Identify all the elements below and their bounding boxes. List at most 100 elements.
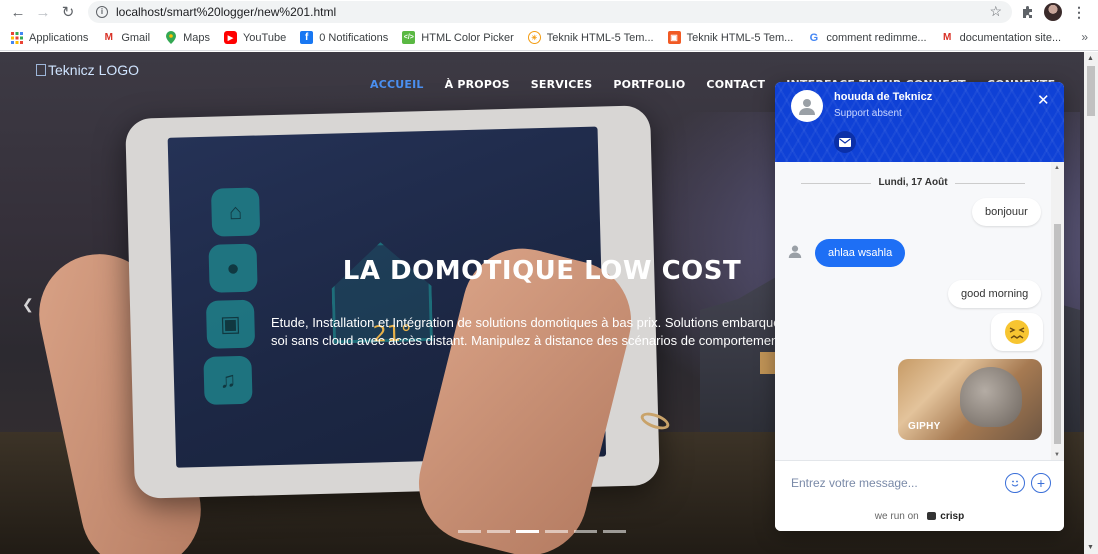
bookmark-youtube[interactable]: ▶ YouTube [223, 31, 287, 44]
bookmark-label: documentation site... [959, 31, 1062, 44]
bookmark-html-color-picker[interactable]: </> HTML Color Picker [402, 31, 514, 44]
bookmark-teknik-1[interactable]: ☀ Teknik HTML-5 Tem... [527, 31, 654, 44]
chat-scrollbar[interactable]: ▲ ▼ [1051, 162, 1064, 460]
envelope-icon [839, 137, 851, 147]
carousel-indicator-active[interactable] [516, 530, 539, 533]
profile-avatar-icon[interactable] [1043, 2, 1063, 22]
nav-a-propos[interactable]: À PROPOS [445, 78, 510, 91]
lock-app-icon: ▣ [205, 299, 256, 349]
user-silhouette-icon [788, 245, 802, 258]
hero-description: Etude, Installation et Intégration de so… [271, 314, 791, 349]
email-button[interactable] [834, 131, 856, 153]
chat-footer: we run on crisp [775, 504, 1064, 531]
nav-accueil[interactable]: ACCUEIL [370, 78, 424, 91]
carousel-indicator[interactable] [574, 530, 597, 533]
carousel-indicator[interactable] [458, 530, 481, 533]
nav-services[interactable]: SERVICES [531, 78, 593, 91]
broken-image-icon [36, 64, 46, 76]
bookmark-label: Teknik HTML-5 Tem... [546, 31, 654, 44]
hero-title-text: LA DOMOTIQUE LOW COST [342, 256, 742, 286]
google-icon: G [809, 31, 819, 44]
chat-widget: houuda de Teknicz Support absent ✕ Lundi… [775, 82, 1064, 531]
maps-pin-icon [164, 31, 177, 44]
hero-text-line: soi sans cloud avec accès distant. Manip… [271, 332, 791, 348]
browser-menu-icon[interactable]: ⋮ [1069, 2, 1089, 22]
giphy-label: GIPHY [908, 421, 941, 432]
scroll-up-arrow-icon[interactable]: ▲ [1054, 165, 1060, 171]
carousel-prev-arrow-icon[interactable]: ❮ [22, 296, 34, 313]
forward-arrow-icon[interactable]: → [33, 2, 53, 22]
nav-contact[interactable]: CONTACT [706, 78, 765, 91]
hero-text-line: Etude, Installation et Intégration de so… [271, 315, 791, 330]
date-separator: Lundi, 17 Août [775, 177, 1051, 188]
teknik-icon: ☀ [527, 31, 541, 44]
chat-scrollbar-thumb[interactable] [1054, 224, 1061, 444]
scroll-up-arrow-icon[interactable]: ▲ [1087, 55, 1094, 62]
logo-alt-text: Teknicz LOGO [48, 62, 140, 78]
url-text: localhost/smart%20logger/new%201.html [116, 5, 337, 19]
message-emoji [991, 313, 1043, 351]
emoji-picker-icon[interactable] [1005, 473, 1025, 493]
confounded-face-icon [1005, 320, 1029, 344]
bookmark-label: Maps [183, 31, 210, 44]
agent-avatar [791, 90, 823, 122]
agent-mini-avatar [787, 243, 803, 259]
back-arrow-icon[interactable]: ← [8, 2, 28, 22]
message-input[interactable] [791, 473, 991, 493]
facebook-icon: f [300, 31, 314, 44]
gmail-icon: M [942, 32, 952, 43]
bookmark-star-icon[interactable]: ☆ [989, 3, 1002, 20]
carousel-indicator[interactable] [487, 530, 510, 533]
scroll-down-arrow-icon[interactable]: ▼ [1087, 544, 1094, 551]
bookmark-label: 0 Notifications [319, 31, 389, 44]
user-silhouette-icon [799, 99, 815, 115]
bookmark-google-search[interactable]: G comment redimme... [807, 31, 927, 44]
message-bubble-user: bonjouur [972, 198, 1041, 226]
gif-cat-image [960, 367, 1022, 427]
bookmarks-overflow-icon[interactable]: » [1081, 30, 1088, 44]
scroll-down-arrow-icon[interactable]: ▼ [1054, 452, 1060, 458]
home-app-icon: ⌂ [210, 187, 261, 237]
reload-icon[interactable]: ↻ [58, 2, 78, 22]
carousel-indicator[interactable] [603, 530, 626, 533]
browser-toolbar: ← → ↻ i localhost/smart%20logger/new%201… [0, 0, 1098, 24]
site-logo[interactable]: Teknicz LOGO [36, 62, 139, 78]
bookmark-applications[interactable]: Applications [10, 31, 88, 44]
agent-status: Support absent [834, 108, 902, 119]
message-gif[interactable]: GIPHY [898, 359, 1042, 440]
bookmark-teknik-2[interactable]: ▣ Teknik HTML-5 Tem... [667, 31, 794, 44]
bookmark-label: Teknik HTML-5 Tem... [686, 31, 794, 44]
bookmark-documentation[interactable]: M documentation site... [941, 31, 1062, 44]
chat-messages: Lundi, 17 Août bonjouur ahlaa wsahla goo… [775, 162, 1064, 460]
bookmark-gmail[interactable]: M Gmail [102, 31, 150, 44]
carousel-indicator[interactable] [545, 530, 568, 533]
bookmark-facebook[interactable]: f 0 Notifications [300, 31, 388, 44]
footer-prefix: we run on [874, 511, 919, 522]
bookmark-maps[interactable]: Maps [164, 31, 210, 44]
page-scrollbar[interactable]: ▲ ▼ [1084, 52, 1098, 554]
color-picker-icon: </> [402, 31, 416, 44]
gmail-icon: M [104, 32, 113, 43]
message-bubble-agent: ahlaa wsahla [815, 239, 906, 267]
apps-grid-icon [10, 31, 23, 44]
agent-name: houuda de Teknicz [834, 91, 933, 103]
bookmark-label: Gmail [121, 31, 151, 44]
bookmark-label: Applications [29, 31, 89, 44]
address-bar[interactable]: i localhost/smart%20logger/new%201.html … [88, 1, 1012, 23]
bookmark-label: comment redimme... [826, 31, 927, 44]
page-scrollbar-thumb[interactable] [1087, 66, 1095, 116]
chat-header: houuda de Teknicz Support absent ✕ [775, 82, 1064, 162]
extensions-puzzle-icon[interactable] [1018, 2, 1038, 22]
music-app-icon: ♫ [203, 355, 253, 405]
bookmark-label: HTML Color Picker [421, 31, 514, 44]
add-attachment-icon[interactable]: + [1031, 473, 1051, 493]
message-bubble-user: good morning [948, 280, 1042, 308]
carousel-indicators [458, 530, 632, 533]
info-icon[interactable]: i [96, 6, 108, 18]
footer-brand[interactable]: crisp [940, 511, 964, 522]
nav-portfolio[interactable]: PORTFOLIO [613, 78, 685, 91]
crisp-logo-icon [926, 512, 936, 521]
bookmark-label: YouTube [242, 31, 287, 44]
close-icon[interactable]: ✕ [1037, 91, 1050, 109]
bookmarks-bar: Applications M Gmail Maps ▶ YouTube f 0 … [0, 25, 1098, 51]
